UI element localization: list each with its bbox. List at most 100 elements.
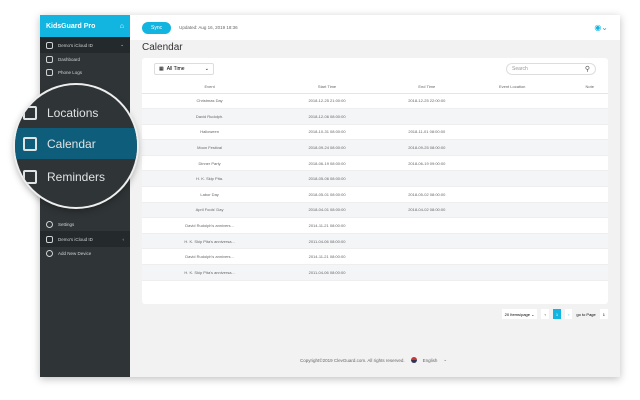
table-cell — [547, 217, 608, 234]
table-cell — [476, 155, 548, 172]
table-cell: Dinner Party — [142, 155, 278, 172]
us-flag-icon — [410, 357, 417, 363]
table-cell: H. K. Skip Pita. — [142, 170, 278, 188]
table-cell — [376, 217, 477, 234]
table-row[interactable]: H. K. Skip Pita's anniversa... 2011-04-06… — [142, 264, 608, 281]
table-cell — [476, 248, 548, 266]
table-row[interactable]: David Rudolph's annivers... 2014-11-21 08… — [142, 248, 608, 266]
dashboard-icon — [46, 56, 53, 63]
language-selector[interactable]: English — [423, 358, 438, 363]
table-cell — [476, 139, 548, 156]
table-cell — [547, 233, 608, 250]
table-cell: 2018-09-25 08:00:00 — [376, 139, 477, 156]
gear-icon — [46, 221, 53, 228]
table-cell — [476, 124, 548, 141]
user-avatar-icon[interactable]: ◉⌄ — [594, 23, 608, 32]
table-cell: Labor Day — [142, 186, 278, 203]
table-cell: H. K. Skip Pita's anniversa... — [142, 233, 278, 250]
items-per-page-select[interactable]: 20 Items/page ⌄ — [501, 309, 538, 319]
table-cell — [376, 248, 477, 266]
table-row[interactable]: April Fools' Day 2018-04-01 08:00:00 2018-… — [142, 202, 608, 219]
table-cell — [547, 186, 608, 203]
plus-icon — [46, 250, 53, 257]
search-icon[interactable]: ⚲ — [585, 65, 590, 73]
location-icon — [23, 105, 37, 120]
table-cell: 2011-04-06 08:00:00 — [277, 264, 377, 281]
table-row[interactable]: Christmas Day 2018-12-25 21:00:00 2018-12-… — [142, 93, 608, 110]
magnified-item-calendar[interactable]: Calendar — [15, 128, 137, 159]
logo: KidsGuard Pro — [46, 22, 96, 30]
table-cell: 2018-04-01 08:00:00 — [277, 202, 377, 219]
magnified-label: Locations — [47, 105, 99, 120]
sidebar-item-label: Phone Logs — [58, 70, 83, 75]
table-cell: Christmas Day — [142, 93, 278, 110]
table-cell — [376, 108, 477, 125]
table-cell: 2018-12-06 08:00:00 — [277, 108, 377, 125]
calendar-card: ▦ All Time ⌄ Search ⚲ Event Start Time End Ti… — [142, 58, 608, 304]
phone-icon — [46, 235, 53, 243]
page-title: Calendar — [142, 42, 183, 53]
sidebar-item-phone-logs[interactable]: Phone Logs — [40, 66, 130, 79]
sidebar-item-settings[interactable]: Settings — [40, 218, 130, 231]
home-icon[interactable]: ⌂ — [120, 23, 124, 30]
updated-time: Updated: Aug 16, 2019 18:36 — [179, 25, 238, 30]
calendar-table: Event Start Time End Time Event Location Not… — [142, 80, 608, 281]
table-cell — [476, 202, 548, 219]
sync-button[interactable]: Sync — [142, 21, 172, 34]
search-input[interactable]: Search ⚲ — [506, 63, 596, 75]
table-cell — [547, 264, 608, 281]
table-cell — [547, 155, 608, 172]
reminders-icon — [23, 169, 37, 184]
table-row[interactable]: David Rudolph's annivers... 2014-11-21 08… — [142, 217, 608, 234]
table-row[interactable]: H. K. Skip Pita. 2018-05-06 08:00:00 — [142, 170, 608, 188]
table-cell: 2018-12-25 22:00:00 — [376, 93, 477, 110]
table-cell — [547, 108, 608, 125]
table-cell: Halloween — [142, 124, 278, 141]
add-device-button[interactable]: Add New Device — [40, 247, 130, 260]
table-cell — [476, 186, 548, 203]
table-cell: 2018-10-31 08:00:00 — [277, 124, 377, 141]
table-cell — [376, 233, 477, 250]
table-cell: David Rudolph. — [142, 108, 278, 125]
device-name: Demo's iCloud ID — [58, 236, 93, 242]
app-window: KidsGuard Pro ⌂ Demo's iCloud ID ⌄ Dashboa… — [40, 15, 620, 377]
table-cell — [476, 108, 548, 125]
table-cell: 2018-11-01 08:00:00 — [376, 124, 477, 141]
top-bar: Sync Updated: Aug 16, 2019 18:36 ◉⌄ — [130, 15, 620, 40]
table-cell — [547, 124, 608, 141]
table-row[interactable]: H. K. Skip Pita's anniversa... 2011-04-06… — [142, 233, 608, 250]
prev-page-button[interactable]: ‹ — [541, 309, 549, 319]
time-filter-dropdown[interactable]: ▦ All Time ⌄ — [154, 63, 214, 75]
table-cell: 2011-04-06 08:00:00 — [277, 233, 377, 250]
pagination: 20 Items/page ⌄ ‹ 1 › go to Page 1 — [501, 309, 608, 319]
table-row[interactable]: David Rudolph. 2018-12-06 08:00:00 — [142, 108, 608, 125]
goto-page-input[interactable]: 1 — [599, 309, 608, 319]
magnified-item-locations[interactable]: Locations — [15, 97, 137, 128]
device-selector-2[interactable]: Demo's iCloud ID ‹ — [40, 231, 130, 247]
column-header: Event — [142, 80, 278, 94]
table-cell: 2018-06-19 08:00:00 — [277, 155, 377, 172]
table-cell: April Fools' Day — [142, 202, 278, 219]
table-cell: 2018-05-02 08:00:00 — [376, 186, 477, 203]
table-cell: 2014-11-21 08:00:00 — [277, 217, 377, 234]
page-1-button[interactable]: 1 — [552, 309, 562, 319]
table-cell: David Rudolph's annivers... — [142, 248, 278, 266]
table-row[interactable]: Labor Day 2018-05-01 08:00:00 2018-05-02 0… — [142, 186, 608, 203]
table-cell: Moon Festival — [142, 139, 278, 156]
next-page-button[interactable]: › — [565, 309, 573, 319]
column-header: Note — [547, 80, 608, 94]
add-device-label: Add New Device — [58, 251, 92, 256]
footer: Copyright©2019 ClevGuard.com. All rights… — [300, 357, 447, 363]
table-cell — [547, 170, 608, 188]
table-row[interactable]: Dinner Party 2018-06-19 08:00:00 2018-06-1… — [142, 155, 608, 172]
chevron-down-icon: ⌄ — [204, 66, 209, 72]
magnifier-callout: Locations Calendar Reminders — [15, 85, 137, 207]
device-selector[interactable]: Demo's iCloud ID ⌄ — [40, 37, 130, 53]
table-row[interactable]: Moon Festival 2018-09-24 08:00:00 2018-09-… — [142, 139, 608, 156]
magnified-item-reminders[interactable]: Reminders — [15, 161, 137, 192]
table-row[interactable]: Halloween 2018-10-31 08:00:00 2018-11-01 0… — [142, 124, 608, 141]
sidebar-item-dashboard[interactable]: Dashboard — [40, 53, 130, 66]
table-cell — [476, 217, 548, 234]
table-cell — [547, 248, 608, 266]
per-page-value: 20 Items/page — [504, 311, 531, 317]
